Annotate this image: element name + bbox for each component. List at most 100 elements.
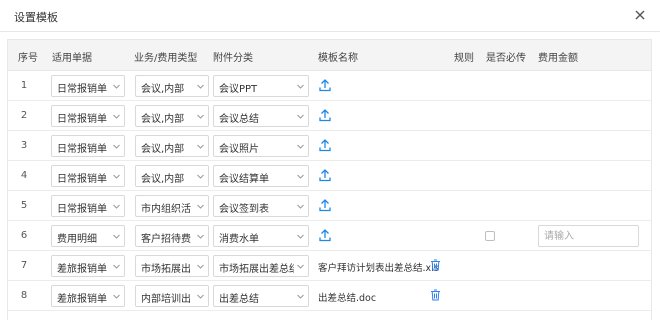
table-row: 6 费用明细 客户招待费 消费水单 <box>8 221 651 251</box>
attachment-category-value: 会议PPT <box>219 84 258 95</box>
row-index: 1 <box>20 80 28 91</box>
document-type-select[interactable]: 日常报销单 <box>51 135 125 157</box>
row-index: 4 <box>20 170 28 181</box>
header-template-name: 模板名称 <box>318 53 358 64</box>
expense-type-select[interactable]: 内部培训出 <box>135 285 209 307</box>
attachment-category-select[interactable]: 消费水单 <box>213 225 309 247</box>
chevron-down-icon <box>197 84 204 89</box>
dialog-header: 设置模板 <box>0 0 660 32</box>
attachment-category-select[interactable]: 出差总结 <box>213 285 309 307</box>
document-type-select[interactable]: 日常报销单 <box>51 105 125 127</box>
delete-icon[interactable] <box>430 289 441 301</box>
document-type-select[interactable]: 日常报销单 <box>51 165 125 187</box>
expense-type-select[interactable]: 会议,内部 <box>135 165 209 187</box>
attachment-category-value: 市场拓展出差总结 <box>219 264 294 275</box>
upload-icon[interactable] <box>318 138 332 152</box>
chevron-down-icon <box>297 174 304 179</box>
row-index: 7 <box>20 260 28 271</box>
header-index: 序号 <box>18 53 38 64</box>
document-type-value: 差旅报销单 <box>57 264 107 275</box>
attachment-category-select[interactable]: 会议总结 <box>213 105 309 127</box>
attachment-category-select[interactable]: 会议PPT <box>213 75 309 97</box>
document-type-value: 日常报销单 <box>57 144 107 155</box>
document-type-select[interactable]: 日常报销单 <box>51 195 125 217</box>
dialog-title: 设置模板 <box>14 11 58 24</box>
delete-icon[interactable] <box>430 259 441 271</box>
expense-type-value: 会议,内部 <box>141 174 185 185</box>
chevron-down-icon <box>113 294 120 299</box>
upload-icon[interactable] <box>318 168 332 182</box>
chevron-down-icon <box>297 114 304 119</box>
attachment-category-select[interactable]: 会议结算单 <box>213 165 309 187</box>
close-icon[interactable] <box>633 8 647 22</box>
chevron-down-icon <box>113 234 120 239</box>
document-type-select[interactable]: 差旅报销单 <box>51 255 125 277</box>
amount-input[interactable] <box>538 225 639 247</box>
document-type-select[interactable]: 日常报销单 <box>51 75 125 97</box>
chevron-down-icon <box>113 264 120 269</box>
header-amount: 费用金额 <box>538 53 578 64</box>
template-table: 序号 适用单据 业务/费用类型 附件分类 模板名称 规则 是否必传 费用金额 1… <box>7 39 652 320</box>
header-attachment-category: 附件分类 <box>213 53 253 64</box>
set-template-dialog: 设置模板 序号 适用单据 业务/费用类型 附件分类 模板名称 规则 是否必传 费… <box>0 0 660 320</box>
expense-type-select[interactable]: 会议,内部 <box>135 105 209 127</box>
expense-type-select[interactable]: 市内组织活 <box>135 195 209 217</box>
expense-type-value: 客户招待费 <box>141 234 191 245</box>
expense-type-value: 会议,内部 <box>141 144 185 155</box>
document-type-value: 差旅报销单 <box>57 294 107 305</box>
header-expense-type: 业务/费用类型 <box>134 53 198 64</box>
expense-type-select[interactable]: 客户招待费 <box>135 225 209 247</box>
document-type-select[interactable]: 费用明细 <box>51 225 125 247</box>
row-index: 8 <box>20 290 28 301</box>
table-row: 4 日常报销单 会议,内部 会议结算单 <box>8 161 651 191</box>
expense-type-value: 市内组织活 <box>141 204 191 215</box>
template-file-link[interactable]: 出差总结.doc <box>318 290 376 304</box>
expense-type-value: 会议,内部 <box>141 114 185 125</box>
template-file-link[interactable]: 客户拜访计划表出差总结.xls <box>318 260 439 274</box>
expense-type-value: 内部培训出 <box>141 294 191 305</box>
chevron-down-icon <box>197 234 204 239</box>
upload-icon[interactable] <box>318 108 332 122</box>
chevron-down-icon <box>197 204 204 209</box>
chevron-down-icon <box>197 264 204 269</box>
document-type-value: 日常报销单 <box>57 204 107 215</box>
chevron-down-icon <box>113 204 120 209</box>
table-row: 3 日常报销单 会议,内部 会议照片 <box>8 131 651 161</box>
table-row: 8 差旅报销单 内部培训出 出差总结 出差总结.doc <box>8 281 651 311</box>
document-type-value: 费用明细 <box>57 234 97 245</box>
attachment-category-select[interactable]: 会议照片 <box>213 135 309 157</box>
chevron-down-icon <box>113 84 120 89</box>
document-type-select[interactable]: 差旅报销单 <box>51 285 125 307</box>
chevron-down-icon <box>197 294 204 299</box>
expense-type-value: 市场拓展出 <box>141 264 191 275</box>
chevron-down-icon <box>197 174 204 179</box>
chevron-down-icon <box>197 144 204 149</box>
table-header: 序号 适用单据 业务/费用类型 附件分类 模板名称 规则 是否必传 费用金额 <box>8 40 651 71</box>
chevron-down-icon <box>297 264 304 269</box>
required-checkbox[interactable] <box>485 231 495 241</box>
chevron-down-icon <box>113 114 120 119</box>
chevron-down-icon <box>297 294 304 299</box>
attachment-category-value: 会议总结 <box>219 114 259 125</box>
upload-icon[interactable] <box>318 78 332 92</box>
upload-icon[interactable] <box>318 228 332 242</box>
attachment-category-value: 会议照片 <box>219 144 259 155</box>
expense-type-select[interactable]: 会议,内部 <box>135 135 209 157</box>
chevron-down-icon <box>297 84 304 89</box>
chevron-down-icon <box>113 174 120 179</box>
document-type-value: 日常报销单 <box>57 174 107 185</box>
attachment-category-select[interactable]: 市场拓展出差总结 <box>213 255 309 277</box>
expense-type-select[interactable]: 市场拓展出 <box>135 255 209 277</box>
attachment-category-select[interactable]: 会议签到表 <box>213 195 309 217</box>
expense-type-value: 会议,内部 <box>141 84 185 95</box>
chevron-down-icon <box>197 114 204 119</box>
document-type-value: 日常报销单 <box>57 84 107 95</box>
chevron-down-icon <box>297 234 304 239</box>
upload-icon[interactable] <box>318 198 332 212</box>
attachment-category-value: 会议结算单 <box>219 174 269 185</box>
table-row: 7 差旅报销单 市场拓展出 市场拓展出差总结 客户拜访计划表出差总结.xls <box>8 251 651 281</box>
expense-type-select[interactable]: 会议,内部 <box>135 75 209 97</box>
table-row: 5 日常报销单 市内组织活 会议签到表 <box>8 191 651 221</box>
table-row: 1 日常报销单 会议,内部 会议PPT <box>8 71 651 101</box>
header-document: 适用单据 <box>52 53 92 64</box>
